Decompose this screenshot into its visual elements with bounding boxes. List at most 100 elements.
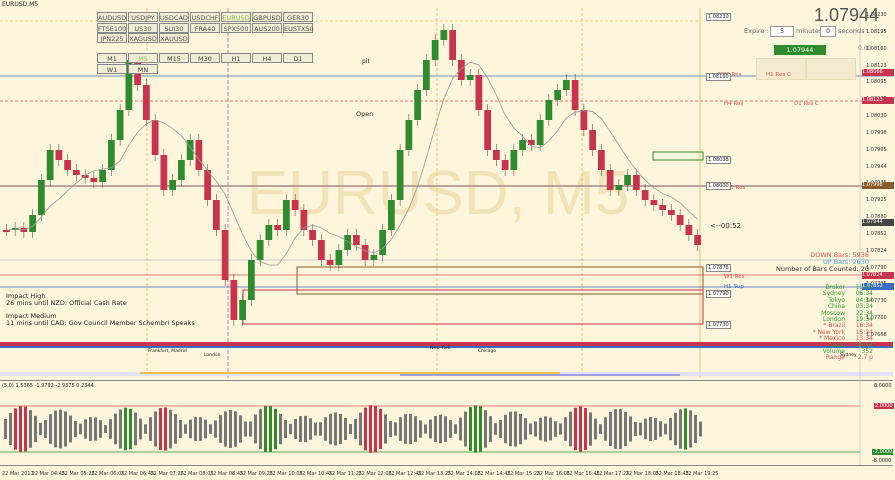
oscillator-bar [39, 422, 42, 436]
symbol-button-us30[interactable]: US30 [128, 22, 158, 33]
oscillator-bar [364, 407, 367, 451]
candle-body [90, 178, 98, 182]
symbol-button-usdjpy[interactable]: USDJPY [128, 12, 158, 22]
symbol-button-fra40[interactable]: FRA40 [190, 22, 220, 33]
oscillator-bar [539, 417, 542, 441]
candle-body [650, 200, 658, 205]
oscillator-bar [104, 424, 107, 434]
candle-body [449, 30, 456, 60]
oscillator-bar [589, 412, 592, 446]
oscillator-bar [9, 412, 12, 446]
oscillator-bar [219, 415, 222, 443]
oscillator-bar [274, 408, 277, 450]
candle-body [230, 280, 238, 320]
symbol-button-aus200[interactable]: AUS200 [252, 22, 282, 33]
oscillator-bar [19, 406, 22, 452]
symbol-button-audusd[interactable]: AUDUSD [97, 12, 127, 22]
oscillator-bar [49, 414, 52, 444]
oscillator-bar [64, 411, 67, 447]
symbol-button-jpn225[interactable]: JPN225 [97, 33, 127, 43]
price-axis-label: 1.08030 [866, 113, 887, 120]
price-axis-label: 1.07852 [866, 230, 887, 237]
timeframe-button-h4[interactable]: H4 [252, 53, 282, 63]
oscillator-bar [114, 413, 117, 445]
oscillator-bar [559, 423, 562, 435]
price-axis-label: 1.08230 [866, 12, 887, 18]
d1-res-label: D1 Res C [794, 101, 819, 107]
time-axis-label: 22 Mar 10:45 [299, 471, 333, 477]
timeframe-button-m30[interactable]: M30 [190, 53, 220, 63]
oscillator-bar [69, 415, 72, 443]
oscillator-bar [494, 423, 497, 435]
candle-body [221, 230, 229, 280]
oscillator-bar [409, 413, 412, 445]
time-axis-label: 22 Mar 04:45 [31, 471, 66, 477]
candle-body [195, 140, 203, 170]
oscillator-bar [624, 411, 627, 447]
box-price-tag: 1.07730 [706, 321, 731, 329]
candle-body [143, 85, 150, 120]
news-detail: 11 mins until CAD: Gov Council Member Sc… [6, 319, 195, 327]
symbol-button-ftse100[interactable]: FTSE100 [97, 22, 127, 33]
symbol-button-usdchf[interactable]: USDCHF [190, 12, 220, 22]
candle-body [484, 110, 491, 150]
timeframe-button-mn[interactable]: MN [128, 63, 158, 74]
symbol-button-sui30[interactable]: SUI30 [159, 22, 189, 33]
oscillator-bar [504, 414, 507, 444]
oscillator-bar [24, 406, 27, 452]
timeframe-button-m5[interactable]: M5 [128, 53, 158, 63]
symbol-button-gbpusd[interactable]: GBPUSD [252, 12, 282, 22]
oscillator-bar [224, 411, 227, 447]
oscillator-bar [79, 423, 82, 435]
price-axis-label: 1.08123 [866, 62, 887, 69]
symbol-button-xagusd[interactable]: XAGUSD [128, 33, 158, 43]
oscillator-bar [454, 424, 457, 434]
candle-body [641, 190, 649, 200]
candle-body [519, 140, 526, 150]
symbol-button-eustx50[interactable]: EUSTX50 [283, 22, 314, 33]
pit-label: pit [362, 58, 370, 65]
candle-body [213, 200, 220, 230]
candle-body [46, 150, 54, 180]
timeframe-button-w1[interactable]: W1 [97, 63, 127, 74]
oscillator-bar [94, 417, 97, 441]
candle-body [396, 150, 404, 200]
w1-res-label: W1 Res [724, 274, 745, 280]
oscillator-bar [139, 418, 142, 440]
candle-body [64, 160, 71, 170]
symbol-button-ger30[interactable]: GER30 [283, 12, 313, 22]
session-label: New York [430, 346, 451, 351]
session-label: Frankfurt, Madrid [148, 349, 187, 354]
oscillator-bar [464, 411, 467, 447]
timeframe-button-d1[interactable]: D1 [283, 53, 313, 63]
oscillator-bar [449, 420, 452, 438]
symbol-button-spx500[interactable]: SPX500 [221, 22, 251, 33]
oscillator-bar [229, 409, 232, 449]
oscillator-bar [679, 409, 682, 449]
oscillator-bar [314, 422, 317, 436]
candle-body [318, 240, 325, 260]
symbol-button-usdcad[interactable]: USDCAD [159, 12, 189, 22]
zone-box [652, 151, 704, 161]
price-axis-label: 1.08160 [866, 45, 887, 52]
oscillator-bar [519, 413, 522, 445]
pane-divider [0, 465, 893, 466]
candle-body [309, 230, 316, 240]
oscillator-bar [594, 418, 597, 440]
bar-countdown: <--00:52 [710, 222, 742, 230]
timeframe-button-m15[interactable]: M15 [159, 53, 189, 63]
expire-minutes-input[interactable]: 5 [770, 26, 794, 37]
session-label: London [204, 353, 221, 358]
timeframe-button-m1[interactable]: M1 [97, 53, 127, 63]
timeframe-button-h1[interactable]: H1 [221, 53, 251, 63]
oscillator-bar [59, 409, 62, 449]
oscillator-bar [569, 411, 572, 447]
symbol-button-xauusd[interactable]: XAUUSD [159, 33, 189, 43]
osc-axis-bottom: -8.0000 [872, 458, 892, 464]
candle-body [431, 40, 439, 60]
candle-body [160, 155, 168, 190]
buy-button[interactable] [806, 58, 856, 80]
oscillator-bar [354, 419, 357, 439]
expire-seconds-input[interactable]: 0 [820, 26, 836, 37]
symbol-button-eurusd[interactable]: EURUSD [221, 12, 251, 22]
